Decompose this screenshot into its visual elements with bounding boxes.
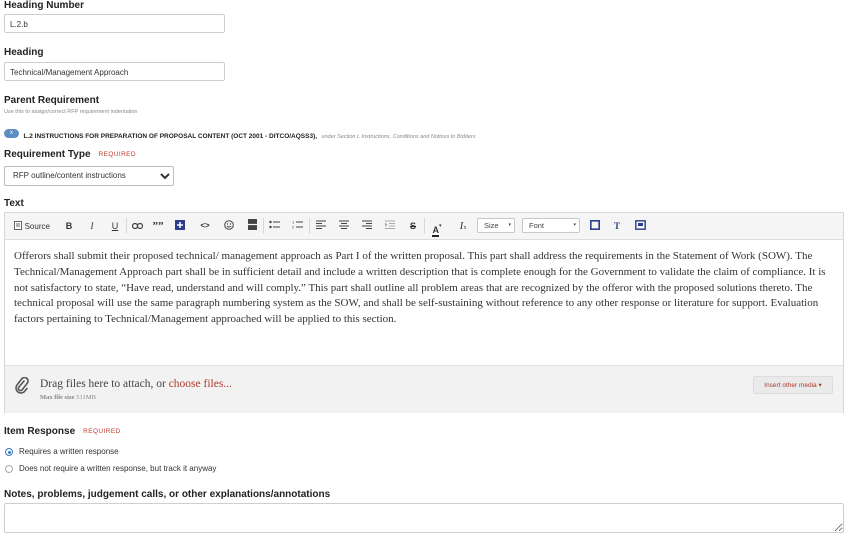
- clear-x-icon: x: [463, 225, 467, 231]
- caret-down-icon: ▾: [438, 223, 442, 229]
- heading-input[interactable]: Technical/Management Approach: [4, 62, 225, 81]
- drop-instructions: Drag files here to attach, or choose fil…: [40, 378, 232, 390]
- notes-label: Notes, problems, judgement calls, or oth…: [4, 489, 331, 500]
- code-button[interactable]: <>: [197, 219, 213, 233]
- chevron-down-icon: ▾: [573, 222, 576, 228]
- requirement-type-text: Requirement Type: [4, 149, 91, 160]
- insert-image-button[interactable]: [173, 219, 187, 233]
- required-badge: REQUIRED: [98, 151, 137, 158]
- align-left-icon: [316, 220, 326, 229]
- editor-toolbar: Source B I U ”” <> 1 2 S A▾ Ix Size ▾ Fo…: [5, 213, 843, 240]
- editor-content[interactable]: Offerors shall submit their proposed tec…: [14, 249, 836, 328]
- horizontal-rule-button[interactable]: [245, 219, 259, 233]
- toolbar-divider: [126, 218, 127, 234]
- parent-requirement-title[interactable]: L.2 INSTRUCTIONS FOR PREPARATION OF PROP…: [23, 133, 317, 140]
- requirement-type-wrap: RFP outline/content instructions: [4, 165, 174, 186]
- bold-button[interactable]: B: [62, 219, 76, 233]
- heading-number-label: Heading Number: [4, 0, 85, 11]
- align-left-button[interactable]: [314, 219, 328, 233]
- required-badge: REQUIRED: [83, 428, 121, 435]
- rich-text-editor: Source B I U ”” <> 1 2 S A▾ Ix Size ▾ Fo…: [4, 212, 844, 413]
- toolbar-divider: [424, 218, 425, 234]
- bullet-list-icon: [268, 220, 280, 229]
- text-style-button[interactable]: T: [610, 219, 624, 233]
- max-file-size: Max file size 511MB: [40, 394, 96, 401]
- insert-other-media-button[interactable]: Insert other media ▾: [753, 376, 833, 394]
- requirement-type-select[interactable]: RFP outline/content instructions: [4, 165, 174, 186]
- parent-requirement-section: under Section L Instructions, Conditions…: [321, 134, 476, 140]
- toolbar-divider: [263, 218, 264, 234]
- parent-requirement-hint: Use this to assign/correct RFP requireme…: [4, 109, 138, 115]
- drop-prefix: Drag files here to attach, or: [40, 378, 166, 390]
- numbered-list-icon: 12: [292, 220, 303, 230]
- file-dropzone[interactable]: Drag files here to attach, or choose fil…: [5, 365, 843, 413]
- paperclip-icon: [15, 377, 29, 394]
- italic-button[interactable]: I: [85, 219, 99, 233]
- plus-square-icon: [175, 220, 185, 230]
- max-file-size-label: Max file size: [40, 394, 75, 401]
- parent-requirement-label: Parent Requirement: [4, 95, 100, 106]
- align-center-button[interactable]: [337, 219, 351, 233]
- text-label: Text: [4, 198, 24, 209]
- item-response-text: Item Response: [4, 426, 76, 437]
- blockquote-button[interactable]: ””: [150, 219, 166, 233]
- radio-label-no-written-response[interactable]: Does not require a written response, but…: [19, 464, 216, 473]
- underline-button[interactable]: U: [108, 219, 122, 233]
- chevron-down-icon: ▾: [508, 222, 511, 228]
- source-button[interactable]: Source: [11, 219, 53, 233]
- numbered-list-button[interactable]: 12: [290, 219, 304, 233]
- source-icon: [14, 221, 23, 230]
- heading-number-input[interactable]: L.2.b: [4, 14, 225, 33]
- align-right-button[interactable]: [360, 219, 374, 233]
- parent-requirement-row: x L.2 INSTRUCTIONS FOR PREPARATION OF PR…: [4, 125, 476, 143]
- clear-format-button[interactable]: Ix: [455, 219, 471, 233]
- strikethrough-button[interactable]: S: [406, 219, 420, 233]
- remove-parent-chip[interactable]: x: [4, 129, 19, 139]
- heading-label: Heading: [4, 47, 44, 58]
- media-embed-button[interactable]: [633, 219, 647, 233]
- toolbar-divider: [309, 218, 310, 234]
- radio-no-written-response[interactable]: [5, 465, 13, 473]
- size-dropdown-label: Size: [484, 221, 499, 230]
- indent-icon: [385, 220, 395, 229]
- size-dropdown[interactable]: Size ▾: [477, 218, 515, 233]
- frame-icon: [590, 220, 600, 230]
- choose-files-link[interactable]: choose files...: [169, 378, 232, 390]
- link-icon: [131, 222, 143, 230]
- media-embed-icon: [634, 220, 646, 230]
- radio-label-requires-written-response[interactable]: Requires a written response: [19, 447, 119, 456]
- notes-textarea[interactable]: [4, 503, 844, 533]
- smiley-icon: [224, 220, 234, 230]
- indent-button[interactable]: [383, 219, 397, 233]
- requirement-type-label: Requirement Type REQUIRED: [4, 149, 136, 160]
- align-center-icon: [339, 220, 349, 229]
- bullet-list-button[interactable]: [267, 219, 281, 233]
- horizontal-rule-icon: [247, 219, 257, 230]
- font-dropdown-label: Font: [529, 221, 545, 230]
- max-file-size-value: 511MB: [76, 394, 96, 401]
- frame-button[interactable]: [588, 219, 602, 233]
- item-response-label: Item Response REQUIRED: [4, 426, 121, 437]
- source-label: Source: [24, 222, 50, 231]
- emoji-button[interactable]: [222, 219, 236, 233]
- radio-requires-written-response[interactable]: [5, 448, 13, 456]
- align-right-icon: [362, 220, 372, 229]
- link-button[interactable]: [129, 219, 145, 233]
- svg-text:2: 2: [292, 225, 295, 230]
- font-dropdown[interactable]: Font ▾: [522, 218, 580, 233]
- text-color-button[interactable]: A▾: [429, 219, 445, 237]
